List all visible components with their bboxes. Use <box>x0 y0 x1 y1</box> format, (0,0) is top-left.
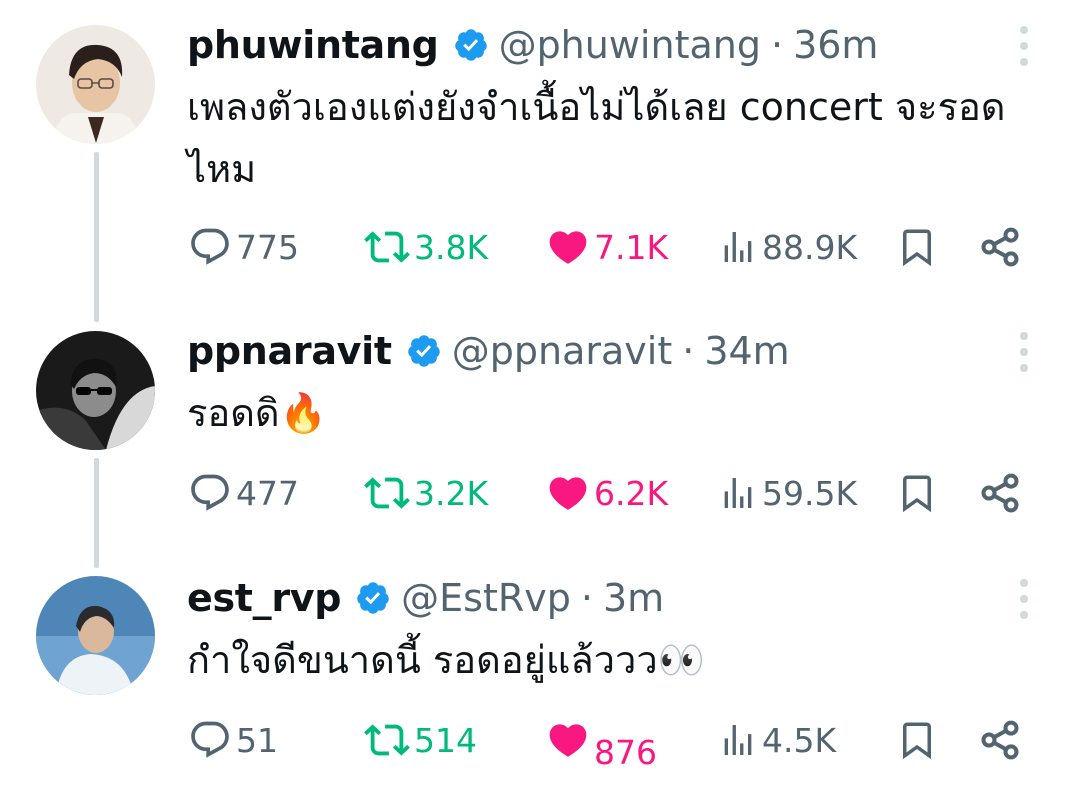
reply-icon <box>188 718 232 762</box>
bookmark-button[interactable] <box>896 222 938 272</box>
retweet-button[interactable]: 3.8K <box>364 222 488 272</box>
tweet-text: รอดดิ🔥 <box>187 391 327 435</box>
share-button[interactable] <box>978 715 1022 765</box>
like-count: 6.2K <box>594 473 669 513</box>
share-icon <box>978 225 1022 269</box>
handle[interactable]: @phuwintang <box>499 23 761 67</box>
retweet-icon <box>364 470 410 516</box>
timestamp[interactable]: 3m <box>603 576 664 620</box>
timestamp[interactable]: 34m <box>704 329 789 373</box>
retweet-count: 3.8K <box>414 227 489 267</box>
tweet-ppnaravit[interactable]: ppnaravit @ppnaravit · 34m รอดดิ🔥 477 3.… <box>0 326 1069 526</box>
reply-button[interactable]: 477 <box>188 468 299 518</box>
verified-badge-icon <box>406 333 442 369</box>
more-options-icon[interactable] <box>1019 332 1029 372</box>
views-button[interactable]: 88.9K <box>718 222 857 272</box>
reply-button[interactable]: 51 <box>188 715 278 765</box>
bookmark-icon <box>896 470 938 516</box>
reply-icon <box>188 225 232 269</box>
retweet-icon <box>364 224 410 270</box>
retweet-count: 514 <box>414 720 477 760</box>
views-icon <box>718 473 758 513</box>
tweet-est-rvp[interactable]: est_rvp @EstRvp · 3m กำใจดีขนาดนี้ รอดอย… <box>0 573 1069 793</box>
like-button[interactable]: 7.1K <box>546 222 668 272</box>
like-count: 876 <box>594 732 657 772</box>
retweet-icon <box>364 717 410 763</box>
tweet-phuwintang[interactable]: phuwintang @phuwintang · 36m เพลงตัวเองแ… <box>0 20 1069 280</box>
timestamp[interactable]: 36m <box>793 23 878 67</box>
like-count: 7.1K <box>594 227 669 267</box>
views-icon <box>718 720 758 760</box>
tweet-header: ppnaravit @ppnaravit · 34m <box>187 326 790 376</box>
avatar[interactable] <box>36 331 155 450</box>
tweet-text: กำใจดีขนาดนี้ รอดอยู่แล้ววว👀 <box>187 638 705 682</box>
heart-filled-icon <box>546 225 590 269</box>
verified-badge-icon <box>453 27 489 63</box>
tweet-header: phuwintang @phuwintang · 36m <box>187 20 878 70</box>
handle[interactable]: @EstRvp <box>401 576 571 620</box>
share-icon <box>978 471 1022 515</box>
share-icon <box>978 718 1022 762</box>
avatar[interactable] <box>36 576 155 695</box>
view-count: 59.5K <box>762 473 858 513</box>
tweet-actions: 51 514 876 4.5K <box>0 715 1069 772</box>
share-button[interactable] <box>978 222 1022 272</box>
display-name[interactable]: ppnaravit <box>187 329 392 373</box>
tweet-actions: 775 3.8K 7.1K 88.9K <box>0 222 1069 272</box>
heart-filled-icon <box>546 718 590 762</box>
display-name[interactable]: est_rvp <box>187 576 341 620</box>
view-count: 88.9K <box>762 227 858 267</box>
bookmark-icon <box>896 224 938 270</box>
tweet-text: เพลงตัวเองแต่งยังจำเนื้อไม่ได้เลย concer… <box>187 85 1006 191</box>
retweet-button[interactable]: 3.2K <box>364 468 488 518</box>
views-button[interactable]: 59.5K <box>718 468 857 518</box>
tweet-actions: 477 3.2K 6.2K 59.5K <box>0 468 1069 518</box>
separator: · <box>580 576 593 620</box>
bookmark-button[interactable] <box>896 715 938 765</box>
separator: · <box>770 23 784 67</box>
reply-count: 477 <box>236 473 299 513</box>
display-name[interactable]: phuwintang <box>187 23 439 67</box>
reply-count: 51 <box>236 720 278 760</box>
tweet-header: est_rvp @EstRvp · 3m <box>187 573 664 623</box>
heart-filled-icon <box>546 471 590 515</box>
view-count: 4.5K <box>762 720 837 760</box>
views-icon <box>718 227 758 267</box>
handle[interactable]: @ppnaravit <box>452 329 672 373</box>
retweet-button[interactable]: 514 <box>364 715 477 765</box>
reply-count: 775 <box>236 227 299 267</box>
views-button[interactable]: 4.5K <box>718 715 836 765</box>
like-button[interactable]: 876 <box>546 715 657 772</box>
more-options-icon[interactable] <box>1019 26 1029 66</box>
share-button[interactable] <box>978 468 1022 518</box>
separator: · <box>682 329 695 373</box>
like-button[interactable]: 6.2K <box>546 468 668 518</box>
more-options-icon[interactable] <box>1019 579 1029 619</box>
reply-icon <box>188 471 232 515</box>
retweet-count: 3.2K <box>414 473 489 513</box>
bookmark-icon <box>896 717 938 763</box>
bookmark-button[interactable] <box>896 468 938 518</box>
reply-button[interactable]: 775 <box>188 222 299 272</box>
avatar[interactable] <box>36 25 155 144</box>
verified-badge-icon <box>355 580 391 616</box>
